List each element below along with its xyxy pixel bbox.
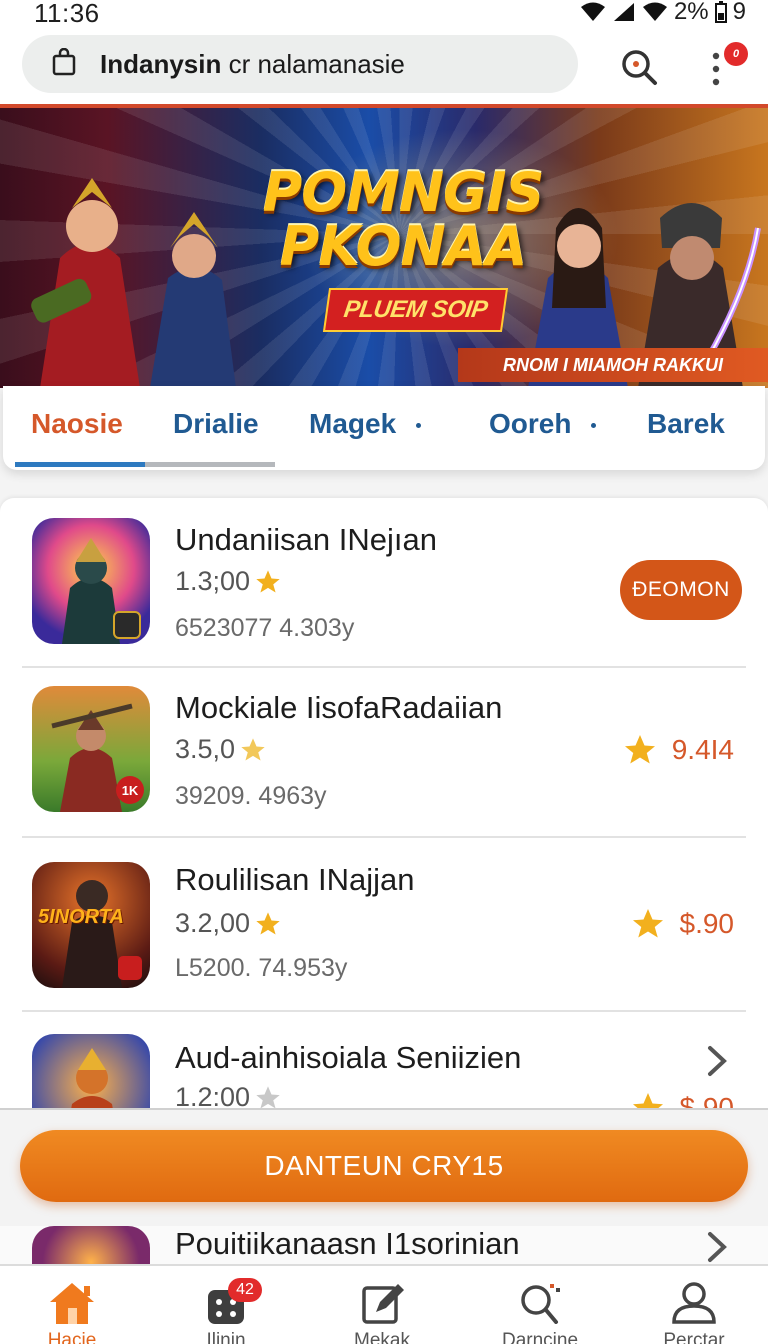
tab-indicator xyxy=(15,462,145,467)
star-icon xyxy=(241,737,265,760)
cta-area: DANTEUN CRY15 xyxy=(0,1108,768,1226)
app-name: Roulilisan INajjan xyxy=(175,862,415,897)
banner-subtitle: PLUEM SOIP xyxy=(322,288,509,332)
tab-magek[interactable]: Magek xyxy=(309,408,422,440)
list-item[interactable]: Undaniisan INejıan 1.3;00 6523077 4.303y… xyxy=(0,498,768,668)
star-icon xyxy=(256,569,280,592)
battery-icon xyxy=(714,1,727,23)
more-menu-button[interactable]: 0 xyxy=(706,42,748,92)
app-meta: 39209. 4963y xyxy=(175,782,327,810)
app-icon-badge: 1K xyxy=(116,776,144,804)
app-icon-badge xyxy=(118,956,142,980)
app-icon xyxy=(32,518,150,644)
app-name: Aud-ainhisoiala Seniizien xyxy=(175,1040,522,1075)
home-icon xyxy=(50,1283,94,1324)
app-name: Undaniisan INejıan xyxy=(175,522,437,557)
tab-naosie[interactable]: Naosie xyxy=(31,408,123,440)
star-icon xyxy=(632,909,663,938)
divider xyxy=(22,1010,746,1012)
app-icon: 1K xyxy=(32,686,150,812)
chevron-right-icon[interactable] xyxy=(706,1230,728,1266)
nav-search[interactable]: Darncine xyxy=(480,1280,600,1344)
tab-indicator-track xyxy=(145,462,275,467)
banner-strip: RNOM I MIAMOH RAKKUI xyxy=(458,348,768,382)
app-header: Indanysin cr nalamanasie 0 xyxy=(0,26,768,106)
chevron-right-icon[interactable] xyxy=(706,1044,728,1083)
battery-percent: 2% xyxy=(673,0,709,25)
profile-icon xyxy=(672,1282,716,1324)
tab-dot xyxy=(591,423,597,429)
search-icon xyxy=(521,1284,560,1324)
nav-edit[interactable]: Mekak xyxy=(322,1280,442,1344)
edit-icon xyxy=(362,1284,404,1324)
notification-badge: 0 xyxy=(724,42,748,66)
app-rating: 3.5,0 xyxy=(175,734,267,765)
status-icons: 2% 9 xyxy=(580,0,746,26)
app-list: Undaniisan INejıan 1.3;00 6523077 4.303y… xyxy=(0,498,768,1118)
star-icon xyxy=(256,911,280,934)
wifi-icon-2 xyxy=(642,1,668,23)
app-icon xyxy=(32,1034,150,1118)
search-bar[interactable]: Indanysin cr nalamanasie xyxy=(22,35,578,93)
app-name: Pouitiikanaasn I1sorinian xyxy=(175,1226,520,1261)
tab-drialie[interactable]: Drialie xyxy=(173,408,259,440)
list-item[interactable]: Pouitiikanaasn I1sorinian xyxy=(0,1226,768,1266)
nav-profile[interactable]: Perctar xyxy=(634,1280,754,1344)
app-icon: 5INORTA xyxy=(32,862,150,988)
nav-home[interactable]: Hacie xyxy=(12,1280,132,1344)
hero-warrior-left-illustration xyxy=(31,178,236,388)
divider xyxy=(22,836,746,838)
list-item[interactable]: 1K Mockiale IisofaRadaiian 3.5,0 39209. … xyxy=(0,668,768,838)
status-extra: 9 xyxy=(732,0,746,25)
wifi-icon xyxy=(580,1,606,23)
app-price: $.90 xyxy=(630,906,734,942)
app-name: Mockiale IisofaRadaiian xyxy=(175,690,503,725)
signal-icon xyxy=(612,1,636,23)
status-bar: 11:36 2% 9 xyxy=(0,0,768,28)
status-time: 11:36 xyxy=(34,0,100,28)
list-item[interactable]: 5INORTA Roulilisan INajjan 3.2,00 L5200.… xyxy=(0,842,768,1012)
app-price: 9.4I4 xyxy=(622,732,734,768)
app-rating: 3.2,00 xyxy=(175,908,282,939)
tab-dot xyxy=(416,423,422,429)
app-meta: L5200. 74.953y xyxy=(175,954,348,982)
primary-cta-button[interactable]: DANTEUN CRY15 xyxy=(20,1130,748,1202)
app-rating: 1.3;00 xyxy=(175,566,282,597)
app-icon xyxy=(32,1226,150,1266)
search-query: Indanysin cr nalamanasie xyxy=(100,48,405,79)
tab-barek[interactable]: Barek xyxy=(647,408,725,440)
bottom-navigation: Hacie 42 Ilinin Mekak Darncine Perctar xyxy=(0,1264,768,1344)
banner-title: POMNGIS PKONAA xyxy=(262,161,545,278)
app-icon-logo: 5INORTA xyxy=(38,906,124,928)
app-meta: 6523077 4.303y xyxy=(175,614,355,642)
list-item[interactable]: Aud-ainhisoiala Seniizien 1.2:00 $.90 xyxy=(0,1016,768,1118)
nav-games[interactable]: 42 Ilinin xyxy=(166,1278,286,1344)
shopping-bag-icon xyxy=(52,47,76,81)
search-icon[interactable] xyxy=(620,48,658,91)
promo-banner[interactable]: POMNGIS PKONAA PLUEM SOIP RNOM I MIAMOH … xyxy=(0,108,768,388)
install-button[interactable]: ĐEOMON xyxy=(620,560,742,620)
tab-ooreh[interactable]: Ooreh xyxy=(489,408,597,440)
nav-badge: 42 xyxy=(228,1278,262,1302)
star-icon xyxy=(624,735,655,764)
category-tabs: Naosie Drialie Magek Ooreh Barek xyxy=(3,386,765,470)
